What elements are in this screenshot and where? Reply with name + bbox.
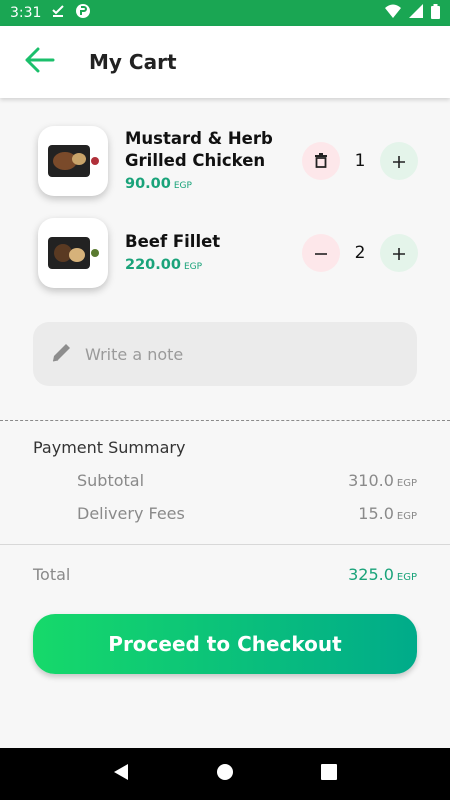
item-thumbnail[interactable]	[38, 126, 108, 196]
total-currency: EGP	[396, 572, 417, 583]
food-image-icon	[48, 145, 99, 177]
status-bar: 3:31	[0, 0, 450, 26]
delivery-fees-value: 15.0	[358, 504, 394, 523]
quantity-stepper: 1	[302, 142, 418, 180]
delivery-fees-currency: EGP	[396, 511, 417, 522]
dashed-divider	[0, 420, 450, 421]
item-name: Mustard & Herb Grilled Chicken	[125, 129, 273, 170]
item-price-currency: EGP	[183, 262, 203, 272]
plus-icon	[392, 149, 405, 173]
plus-icon	[392, 241, 405, 265]
decrease-quantity-button[interactable]	[302, 234, 340, 272]
checkout-button[interactable]: Proceed to Checkout	[33, 614, 417, 674]
nav-recents-icon[interactable]	[320, 764, 337, 784]
delivery-fees-row: Delivery Fees 15.0 EGP	[77, 504, 417, 523]
subtotal-row: Subtotal 310.0 EGP	[77, 471, 417, 490]
food-image-icon	[48, 237, 99, 269]
battery-icon	[431, 3, 440, 23]
app-notification-icon	[75, 3, 91, 23]
minus-icon	[315, 241, 327, 265]
subtotal-currency: EGP	[396, 478, 417, 489]
wifi-icon	[385, 4, 401, 22]
delivery-fees-label: Delivery Fees	[77, 504, 185, 523]
nav-back-icon[interactable]	[113, 763, 129, 785]
total-amount: 325.0 EGP	[348, 565, 417, 584]
item-thumbnail[interactable]	[38, 218, 108, 288]
page-title: My Cart	[89, 50, 177, 74]
item-price-value: 220.00	[125, 257, 181, 273]
quantity-value: 2	[354, 243, 366, 263]
item-price: 220.00 EGP	[125, 257, 202, 273]
item-name: Beef Fillet	[125, 232, 221, 251]
app-bar: My Cart	[0, 26, 450, 98]
summary-divider	[0, 544, 450, 545]
payment-summary-title: Payment Summary	[33, 438, 186, 457]
total-label: Total	[33, 565, 71, 584]
status-time: 3:31	[10, 5, 42, 21]
note-field[interactable]: Write a note	[33, 322, 417, 386]
subtotal-label: Subtotal	[77, 471, 145, 490]
signal-icon	[409, 4, 423, 22]
pencil-icon	[51, 341, 73, 367]
download-done-icon	[51, 4, 65, 22]
subtotal-value: 310.0	[348, 471, 394, 490]
increase-quantity-button[interactable]	[379, 234, 418, 272]
system-nav-bar	[0, 748, 450, 800]
trash-icon	[315, 149, 327, 173]
remove-item-button[interactable]	[302, 142, 340, 180]
item-price-currency: EGP	[173, 181, 192, 191]
item-price: 90.00 EGP	[125, 176, 192, 192]
arrow-left-icon	[25, 47, 55, 77]
total-value: 325.0	[348, 565, 394, 584]
subtotal-amount: 310.0 EGP	[348, 471, 417, 490]
item-price-value: 90.00	[125, 176, 171, 192]
increase-quantity-button[interactable]	[379, 142, 418, 180]
quantity-stepper: 2	[302, 234, 418, 272]
nav-home-icon[interactable]	[216, 763, 234, 785]
back-button[interactable]	[20, 42, 60, 82]
quantity-value: 1	[354, 151, 366, 171]
delivery-fees-amount: 15.0 EGP	[358, 504, 417, 523]
note-placeholder: Write a note	[85, 344, 184, 364]
